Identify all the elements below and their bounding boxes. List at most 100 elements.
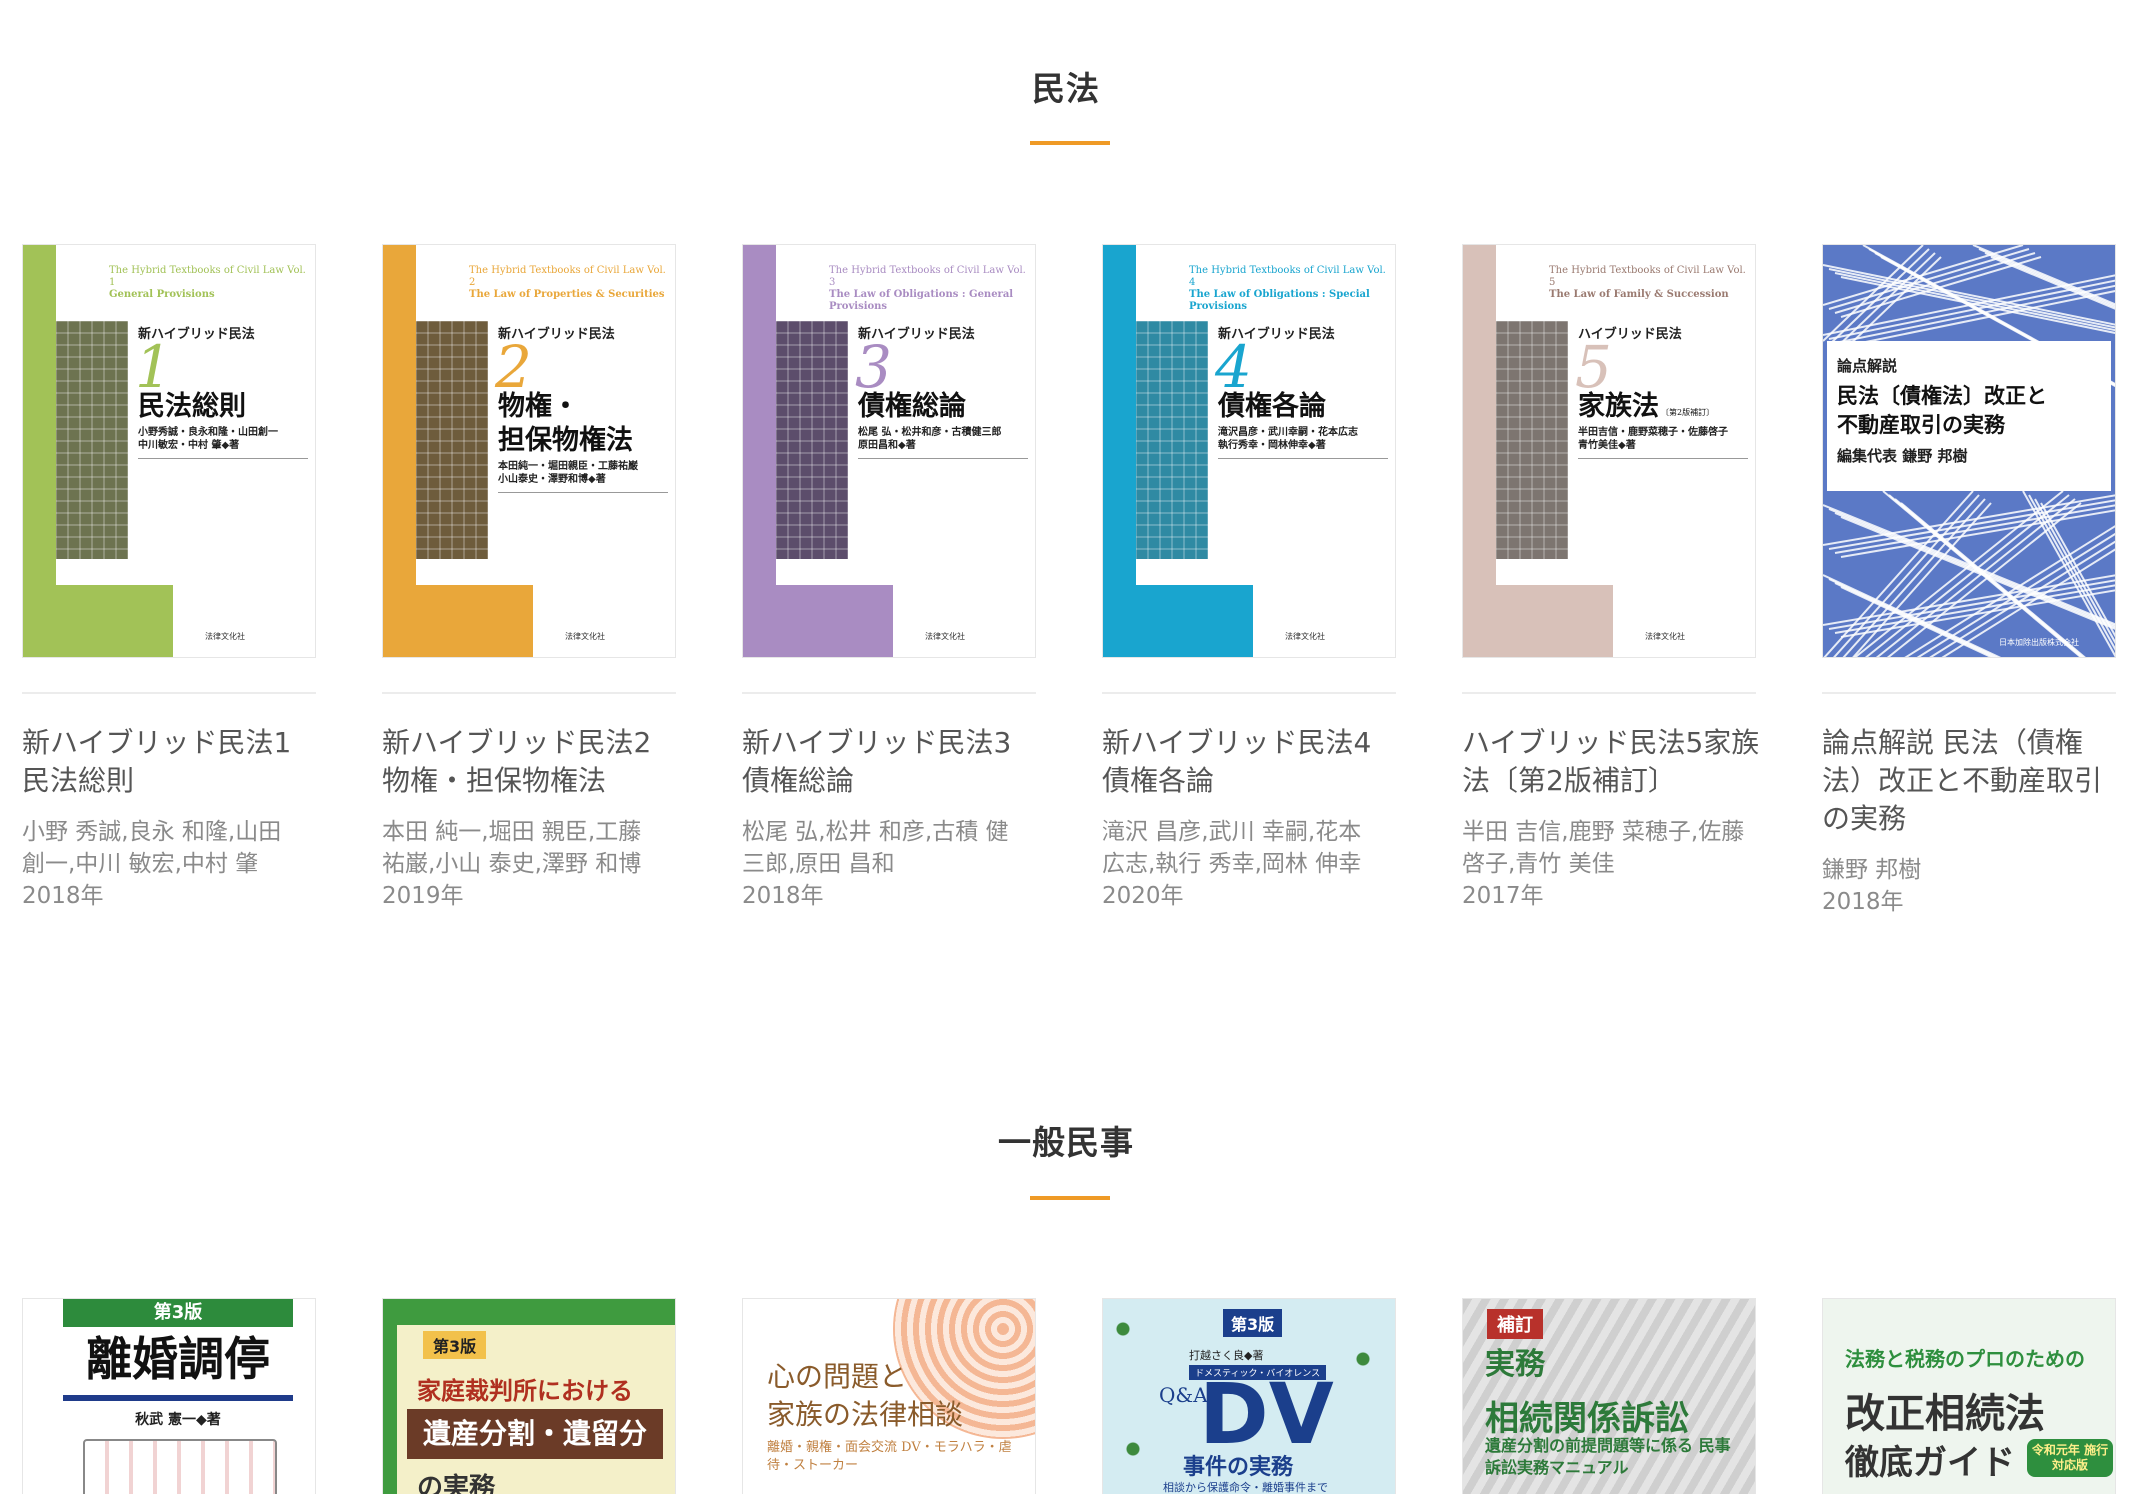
cover-volume-number: 4 [1215,333,1252,401]
book-year: 2018年 [742,883,824,909]
cover-series-en-line: The Hybrid Textbooks of Civil Law Vol. 4 [1189,265,1386,288]
cover-main-title: 家族法 〔第2版補訂〕 [1578,390,1753,430]
book-cover[interactable]: The Hybrid Textbooks of Civil Law Vol. 1… [22,244,316,658]
book-title[interactable]: 新ハイブリッド民法4 債権各論 [1102,724,1402,800]
card-divider [1822,692,2116,694]
cover-main-title-line: 民法〔債権法〕改正と [1837,383,2047,408]
cover-title-line: 相続関係訴訟 [1485,1399,1689,1439]
cover-author-line: 執行秀幸・岡林伸幸◆著 [1218,440,1326,451]
book-card[interactable]: 論点解説 民法〔債権法〕改正と 不動産取引の実務 編集代表 鎌野 邦樹 日本加除出版株式… [1822,244,2116,944]
book-cover[interactable]: 法務と税務のプロのための 改正相続法 徹底ガイド 令和元年 施行 対応版 [1822,1298,2116,1494]
book-card[interactable]: The Hybrid Textbooks of Civil Law Vol. 4… [1102,244,1396,944]
book-author-line: 三郎,原田 昌和 [742,851,895,877]
cover-publisher: 法律文化社 [565,632,605,641]
cover-author: 打越さく良◆著 [1189,1349,1264,1362]
book-title-line: 物権・担保物権法 [382,764,607,797]
book-author-line: 啓子,青竹 美佳 [1462,851,1615,877]
cover-title-band: 遺産分割・遺留分 [407,1409,663,1459]
cover-publisher: 法律文化社 [1285,632,1325,641]
cover-author-line: 小山泰史・澤野和博◆著 [498,474,606,485]
book-cover[interactable]: The Hybrid Textbooks of Civil Law Vol. 3… [742,244,1036,658]
cover-series-en: The Hybrid Textbooks of Civil Law Vol. 2… [469,265,669,301]
book-card[interactable]: The Hybrid Textbooks of Civil Law Vol. 3… [742,244,1036,944]
cover-kicker: 論点解説 [1837,357,1898,375]
book-card[interactable]: 法務と税務のプロのための 改正相続法 徹底ガイド 令和元年 施行 対応版 [1822,1298,2116,1494]
book-card[interactable]: The Hybrid Textbooks of Civil Law Vol. 1… [22,244,316,944]
cover-title-line: 改正相続法 [1845,1391,2045,1437]
book-card[interactable]: 第3版 打越さく良◆著 ドメスティック・バイオレンス Q&A DV 事件の実務 相談から保護… [1102,1298,1396,1494]
book-title-line: 新ハイブリッド民法2 [382,726,652,759]
cover-grid-pattern [1136,321,1208,559]
book-cover[interactable]: The Hybrid Textbooks of Civil Law Vol. 2… [382,244,676,658]
book-title[interactable]: 論点解説 民法（債権 法）改正と不動産取引 の実務 [1822,724,2122,838]
book-card[interactable]: The Hybrid Textbooks of Civil Law Vol. 2… [382,244,676,944]
section-title-underline [1030,1196,1110,1200]
cover-author-line: 松尾 弘・松井和彦・古積健三郎 [858,427,1002,438]
cover-accent-block [383,585,533,657]
book-year: 2018年 [22,883,104,909]
cover-title-rule [63,1395,293,1401]
cover-main-title: 債権総論 [858,390,1033,424]
cover-author-line: 原田昌和◆著 [858,440,916,451]
book-cover[interactable]: 第3版 打越さく良◆著 ドメスティック・バイオレンス Q&A DV 事件の実務 相談から保護… [1102,1298,1396,1494]
book-cover[interactable]: The Hybrid Textbooks of Civil Law Vol. 5… [1462,244,1756,658]
book-card[interactable]: The Hybrid Textbooks of Civil Law Vol. 5… [1462,244,1759,944]
cover-main-title: 離婚調停 [86,1332,270,1386]
book-authors: 本田 純一,堀田 親臣,工藤 祐巌,小山 泰史,澤野 和博 [382,816,682,880]
book-title-line: 債権各論 [1102,764,1215,797]
book-title-line: ハイブリッド民法5家族 [1462,726,1760,759]
book-title-line: 新ハイブリッド民法4 [1102,726,1372,759]
book-card[interactable]: 心の問題と 家族の法律相談 離婚・親権・面会交流 DV・モラハラ・虐待・ストーカー [742,1298,1036,1494]
cover-accent-block [743,585,893,657]
book-author-line: 広志,執行 秀幸,岡林 伸幸 [1102,851,1362,877]
cover-title-line: 心の問題と [767,1360,908,1393]
book-cover[interactable]: 心の問題と 家族の法律相談 離婚・親権・面会交流 DV・モラハラ・虐待・ストーカー [742,1298,1036,1494]
cover-volume-number: 5 [1575,333,1612,401]
book-title[interactable]: 新ハイブリッド民法3 債権総論 [742,724,1042,800]
cover-badge: 令和元年 施行 対応版 [2027,1439,2113,1477]
book-year: 2020年 [1102,883,1184,909]
cover-publisher: 法律文化社 [205,632,245,641]
cover-accent-block [1103,585,1253,657]
book-cover[interactable]: 論点解説 民法〔債権法〕改正と 不動産取引の実務 編集代表 鎌野 邦樹 日本加除出版株式… [1822,244,2116,658]
book-cover[interactable]: 補訂 実務 相続関係訴訟 遺産分割の前提問題等に係る 民事訴訟実務マニュアル [1462,1298,1756,1494]
cover-volume-number: 1 [135,333,172,401]
card-divider [742,692,1036,694]
cover-main-title-line: 債権総論 [858,391,966,422]
book-authors: 小野 秀誠,良永 和隆,山田 創一,中川 敏宏,中村 肇 [22,816,322,880]
cover-grid-pattern [776,321,848,559]
book-author-line: 半田 吉信,鹿野 菜穂子,佐藤 [1462,819,1745,845]
section-title-minpo: 民法 [1032,69,1100,108]
book-cover[interactable]: 第3版 離婚調停 秋武 憲一◆著 [22,1298,316,1494]
cover-series-en-line: The Hybrid Textbooks of Civil Law Vol. 3 [829,265,1026,288]
book-card[interactable]: 第3版 家庭裁判所における 遺産分割・遺留分 の実務 [382,1298,676,1494]
cover-authors: 滝沢昌彦・武川幸嗣・花本広志 執行秀幸・岡林伸幸◆著 [1218,426,1388,452]
cover-publisher: 法律文化社 [1645,632,1685,641]
cover-author-line: 中川敏宏・中村 肇◆著 [138,440,240,451]
section-title-ippan-minji: 一般民事 [998,1123,1134,1162]
cover-main-title: 民法総則 [138,390,313,424]
book-cover[interactable]: 第3版 家庭裁判所における 遺産分割・遺留分 の実務 [382,1298,676,1494]
cover-edition-label: 〔第2版補訂〕 [1661,408,1715,417]
book-title[interactable]: ハイブリッド民法5家族 法〔第2版補訂〕 [1462,724,1762,800]
cover-main-title-line: 債権各論 [1218,391,1326,422]
cover-illustration [83,1439,277,1494]
book-title[interactable]: 新ハイブリッド民法2 物権・担保物権法 [382,724,682,800]
cover-edition-badge: 第3版 [423,1331,487,1359]
cover-badge: 補訂 [1487,1309,1543,1339]
cover-kicker: 法務と税務のプロのための [1845,1347,2085,1371]
book-card[interactable]: 補訂 実務 相続関係訴訟 遺産分割の前提問題等に係る 民事訴訟実務マニュアル [1462,1298,1756,1494]
book-authors: 半田 吉信,鹿野 菜穂子,佐藤 啓子,青竹 美佳 [1462,816,1762,880]
book-title[interactable]: 新ハイブリッド民法1 民法総則 [22,724,322,800]
cover-subtitle-en: The Law of Properties & Securities [469,289,665,300]
cover-main-title-line: 民法総則 [138,391,246,422]
cover-subtitle-en: The Law of Obligations : Special Provisi… [1189,289,1370,312]
book-author-line: 滝沢 昌彦,武川 幸嗣,花本 [1102,819,1362,845]
book-title-line: 論点解説 民法（債権 [1822,726,2083,759]
cover-author-line: 小野秀誠・良永和隆・山田創一 [138,427,278,438]
book-title-line: 民法総則 [22,764,135,797]
cover-authors: 本田純一・堀田親臣・工藤祐巌 小山泰史・澤野和博◆著 [498,460,668,486]
book-card[interactable]: 第3版 離婚調停 秋武 憲一◆著 [22,1298,316,1494]
book-cover[interactable]: The Hybrid Textbooks of Civil Law Vol. 4… [1102,244,1396,658]
cover-main-title-line: 担保物権法 [498,425,633,456]
